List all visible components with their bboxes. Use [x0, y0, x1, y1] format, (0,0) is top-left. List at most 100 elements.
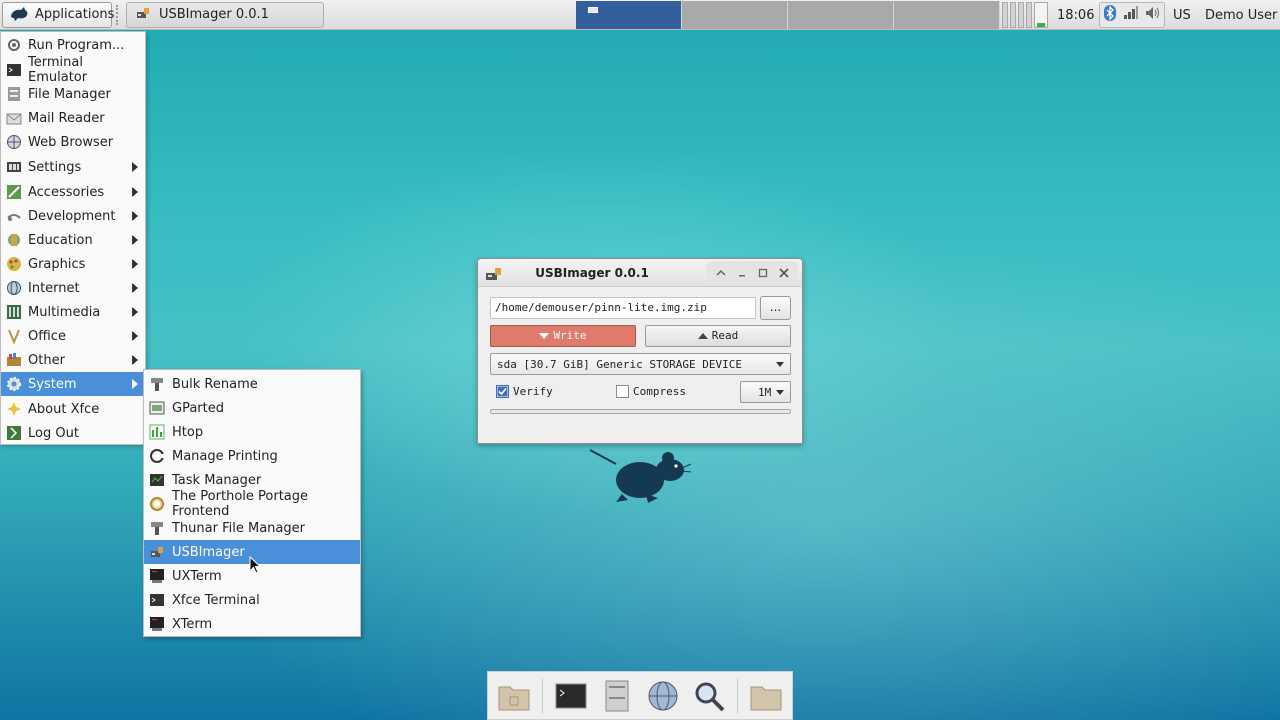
- system-tray: [1099, 2, 1165, 28]
- menu-label: Accessories: [28, 184, 105, 200]
- menu-item-multimedia[interactable]: Multimedia: [1, 300, 145, 324]
- panel-separator: [116, 4, 122, 25]
- menu-item-web-browser[interactable]: Web Browser: [1, 130, 145, 154]
- menu-item-graphics[interactable]: Graphics: [1, 252, 145, 276]
- thunar-icon: [149, 520, 165, 536]
- mouse-cursor-icon: [249, 555, 262, 578]
- image-path-input[interactable]: /home/demouser/pinn-lite.img.zip: [490, 297, 756, 319]
- write-button[interactable]: Write: [490, 325, 636, 347]
- swap-graph: [1018, 2, 1024, 28]
- office-icon: [6, 328, 22, 344]
- menu-item-terminal-emulator[interactable]: Terminal Emulator: [1, 55, 145, 85]
- submenu-label: Task Manager: [172, 472, 262, 488]
- network-signal-icon[interactable]: [1123, 6, 1139, 24]
- gparted-icon: [149, 400, 165, 416]
- workspace-1[interactable]: [576, 1, 682, 29]
- applications-label: Applications: [35, 7, 115, 22]
- menu-item-system[interactable]: System: [1, 372, 145, 396]
- minimize-icon[interactable]: [734, 265, 750, 281]
- block-size-label: 1M: [758, 386, 772, 399]
- submenu-label: USBImager: [172, 544, 245, 560]
- window-titlebar[interactable]: USBImager 0.0.1: [478, 259, 802, 287]
- submenu-arrow-icon: [132, 331, 138, 341]
- device-select[interactable]: sda [30.7 GiB] Generic STORAGE DEVICE: [490, 353, 791, 375]
- submenu-item-manage-printing[interactable]: Manage Printing: [144, 444, 360, 468]
- menu-item-education[interactable]: Education: [1, 228, 145, 252]
- shade-icon[interactable]: [713, 265, 729, 281]
- file-manager-icon[interactable]: [599, 678, 635, 714]
- graphics-icon: [6, 256, 22, 272]
- close-icon[interactable]: [776, 265, 792, 281]
- menu-item-settings[interactable]: Settings: [1, 155, 145, 179]
- read-button[interactable]: Read: [645, 325, 791, 347]
- workspace-2[interactable]: [682, 1, 788, 29]
- applications-menu-button[interactable]: Applications: [2, 1, 115, 28]
- other-icon: [6, 352, 22, 368]
- keyboard-layout[interactable]: US: [1173, 8, 1191, 23]
- submenu-item-xfce-terminal[interactable]: Xfce Terminal: [144, 588, 360, 612]
- maximize-icon[interactable]: [755, 265, 771, 281]
- web-browser-icon[interactable]: [645, 678, 681, 714]
- menu-item-run-program[interactable]: Run Program...: [1, 33, 145, 57]
- dock-separator: [542, 678, 543, 713]
- menu-label: Multimedia: [28, 304, 101, 320]
- submenu-label: The Porthole Portage Frontend: [172, 489, 309, 519]
- bluetooth-icon[interactable]: [1103, 4, 1117, 26]
- workspace-3[interactable]: [788, 1, 894, 29]
- development-icon: [6, 208, 22, 224]
- compress-checkbox[interactable]: Compress: [616, 385, 686, 398]
- menu-item-log-out[interactable]: Log Out: [1, 421, 145, 445]
- education-icon: [6, 232, 22, 248]
- submenu-item-porthole[interactable]: The Porthole Portage Frontend: [144, 489, 360, 519]
- clock[interactable]: 18:06: [1057, 8, 1094, 23]
- menu-label: File Manager: [28, 86, 111, 102]
- browse-button[interactable]: ...: [760, 296, 791, 320]
- submenu-arrow-icon: [132, 379, 138, 389]
- task-manager-icon: [149, 472, 165, 488]
- menu-item-development[interactable]: Development: [1, 204, 145, 228]
- verify-checkbox[interactable]: Verify: [496, 385, 553, 398]
- checkbox-unchecked[interactable]: [616, 385, 629, 398]
- submenu-label: Bulk Rename: [172, 376, 258, 392]
- xfce-mouse-logo: [588, 446, 692, 508]
- internet-icon: [6, 280, 22, 296]
- volume-icon[interactable]: [1145, 6, 1161, 24]
- search-icon[interactable]: [691, 678, 727, 714]
- menu-label: Graphics: [28, 256, 86, 272]
- menu-label: Settings: [28, 159, 82, 175]
- menu-item-internet[interactable]: Internet: [1, 276, 145, 300]
- write-label: Write: [553, 329, 587, 342]
- submenu-item-xterm[interactable]: XTerm: [144, 612, 360, 636]
- menu-item-accessories[interactable]: Accessories: [1, 180, 145, 204]
- taskbar-usbimager[interactable]: USBImager 0.0.1: [126, 1, 324, 28]
- checkbox-checked[interactable]: [496, 385, 509, 398]
- menu-item-office[interactable]: Office: [1, 324, 145, 348]
- menu-item-file-manager[interactable]: File Manager: [1, 82, 145, 106]
- submenu-item-htop[interactable]: Htop: [144, 420, 360, 444]
- progress-bar: [490, 409, 791, 414]
- menu-item-other[interactable]: Other: [1, 348, 145, 372]
- submenu-item-thunar[interactable]: Thunar File Manager: [144, 516, 360, 540]
- menu-item-about-xfce[interactable]: About Xfce: [1, 397, 145, 421]
- user-menu[interactable]: Demo User: [1205, 8, 1277, 23]
- chevron-down-icon: [776, 362, 784, 367]
- menu-label: Other: [28, 352, 65, 368]
- block-size-select[interactable]: 1M: [740, 381, 791, 403]
- submenu-item-gparted[interactable]: GParted: [144, 396, 360, 420]
- submenu-arrow-icon: [132, 307, 138, 317]
- about-icon: [6, 401, 22, 417]
- submenu-label: Htop: [172, 424, 204, 440]
- htop-icon: [149, 424, 165, 440]
- folder-icon[interactable]: [748, 678, 784, 714]
- home-folder-icon[interactable]: [496, 678, 532, 714]
- window-controls: [706, 261, 798, 285]
- chevron-down-icon: [776, 390, 784, 395]
- multimedia-icon: [6, 304, 22, 320]
- menu-item-mail-reader[interactable]: Mail Reader: [1, 106, 145, 130]
- globe-icon: [6, 134, 22, 150]
- terminal-icon: [6, 62, 22, 78]
- workspace-4[interactable]: [894, 1, 1000, 29]
- terminal-icon[interactable]: [553, 678, 589, 714]
- submenu-label: XTerm: [172, 616, 213, 632]
- submenu-item-bulk-rename[interactable]: Bulk Rename: [144, 372, 360, 396]
